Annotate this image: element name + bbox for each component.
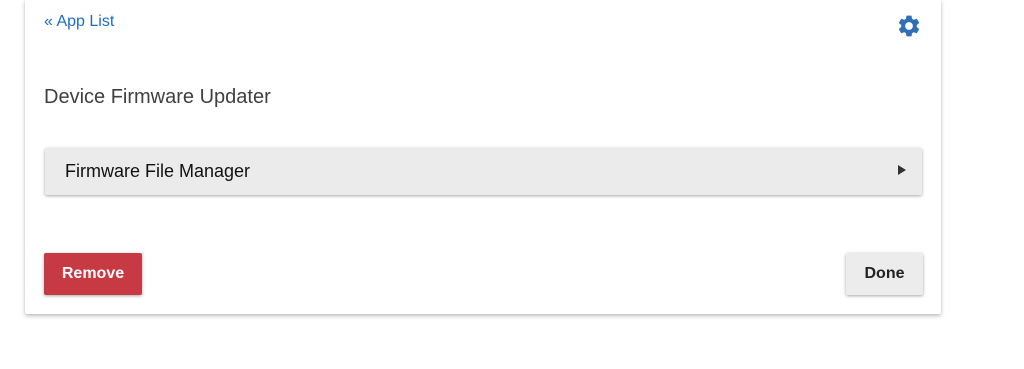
section-firmware-file-manager[interactable]: Firmware File Manager: [45, 148, 922, 195]
page-title: Device Firmware Updater: [44, 86, 271, 108]
back-to-app-list-link[interactable]: « App List: [44, 13, 114, 31]
done-button[interactable]: Done: [846, 253, 923, 295]
settings-button[interactable]: [896, 13, 922, 39]
section-label: Firmware File Manager: [65, 161, 251, 181]
triangle-right-icon: [898, 165, 906, 175]
gear-icon: [898, 15, 920, 37]
app-card: « App List Device Firmware Updater Firmw…: [25, 0, 941, 314]
remove-button[interactable]: Remove: [44, 253, 142, 295]
